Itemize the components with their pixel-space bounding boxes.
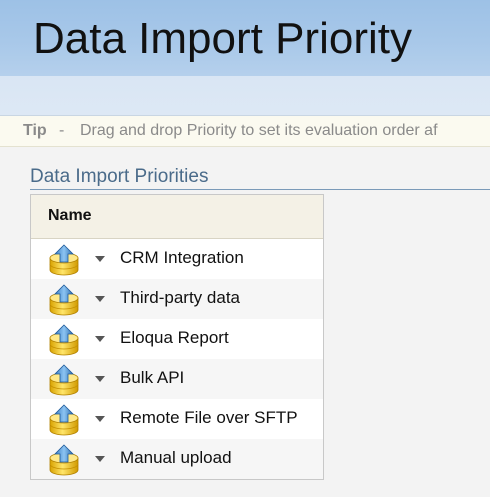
priority-row-2[interactable]: Third-party data [31, 279, 323, 319]
priority-row-label: Manual upload [120, 448, 232, 467]
tip-text: Drag and drop Priority to set its evalua… [80, 122, 438, 139]
database-upload-icon[interactable] [47, 444, 81, 476]
database-upload-icon[interactable] [47, 284, 81, 316]
priority-row-1[interactable]: CRM Integration [31, 239, 323, 279]
column-header-name[interactable]: Name [48, 207, 92, 225]
priority-row-label: Remote File over SFTP [120, 408, 298, 427]
tip-bar: Tip - Drag and drop Priority to set its … [0, 116, 490, 147]
priority-row-label: Bulk API [120, 368, 185, 387]
chevron-down-icon[interactable] [94, 455, 106, 463]
grid-header: Name [31, 195, 323, 239]
priority-row-5[interactable]: Remote File over SFTP [31, 399, 323, 439]
database-upload-icon[interactable] [47, 404, 81, 436]
chevron-down-icon[interactable] [94, 335, 106, 343]
priority-row-label: CRM Integration [120, 248, 244, 267]
priority-row-label: Eloqua Report [120, 328, 229, 347]
priority-row-6[interactable]: Manual upload [31, 439, 323, 479]
database-upload-icon[interactable] [47, 244, 81, 276]
priority-row-4[interactable]: Bulk API [31, 359, 323, 399]
section-title: Data Import Priorities [30, 166, 209, 187]
tip-label: Tip [23, 122, 47, 139]
section-divider [30, 189, 490, 190]
priority-grid: Name CRM Integration Third-party data El… [30, 194, 324, 480]
chevron-down-icon[interactable] [94, 415, 106, 423]
page-title: Data Import Priority [33, 14, 412, 63]
priority-row-label: Third-party data [120, 288, 240, 307]
tip-separator: - [59, 122, 65, 139]
page-header: Data Import Priority [0, 0, 490, 76]
priority-row-3[interactable]: Eloqua Report [31, 319, 323, 359]
database-upload-icon[interactable] [47, 364, 81, 396]
database-upload-icon[interactable] [47, 324, 81, 356]
chevron-down-icon[interactable] [94, 295, 106, 303]
toolbar-bar [0, 76, 490, 116]
chevron-down-icon[interactable] [94, 375, 106, 383]
chevron-down-icon[interactable] [94, 255, 106, 263]
